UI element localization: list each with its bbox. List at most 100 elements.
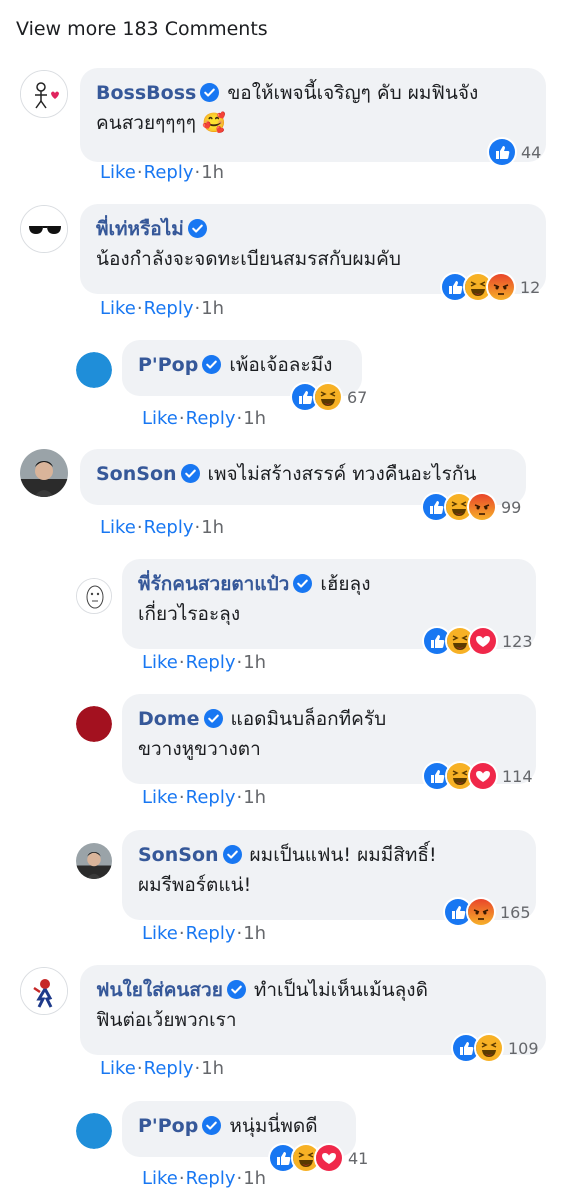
reaction-summary[interactable]: 41 (268, 1143, 368, 1173)
commenter-name[interactable]: พี่รักคนสวยตาแป๋ว (138, 573, 289, 595)
commenter-name[interactable]: P'Pop (138, 1115, 198, 1137)
avatar[interactable] (20, 70, 68, 118)
angry-reaction-icon (486, 272, 516, 302)
reaction-count: 41 (348, 1148, 369, 1168)
comment-timestamp[interactable]: 1h (243, 652, 266, 673)
avatar[interactable] (76, 352, 112, 388)
comment-text: เฮ้ยลุง (320, 573, 371, 595)
avatar[interactable] (76, 578, 112, 614)
love-reaction-icon (468, 626, 498, 656)
reaction-summary[interactable]: 123 (422, 626, 533, 656)
like-link[interactable]: Like (142, 408, 178, 429)
avatar[interactable] (76, 843, 112, 879)
comment-timestamp[interactable]: 1h (243, 787, 266, 808)
comment-first-line: SonSon ผมเป็นแฟน! ผมมีสิทธิ์! (138, 840, 522, 870)
separator-dot: · (236, 923, 243, 944)
comment-actions: Like·Reply·1h (100, 162, 224, 183)
reply-link[interactable]: Reply (186, 652, 236, 673)
comment-first-line: SonSon เพจไม่สร้างสรรค์ ทวงคืนอะไรกัน (96, 459, 512, 489)
verified-badge-icon (187, 217, 207, 238)
commenter-name[interactable]: ฟนใยใส่คนสวย (96, 979, 223, 1001)
reaction-summary[interactable]: 109 (451, 1033, 539, 1063)
comment-text-continued: เกี่ยวไรอะลุง (138, 603, 241, 625)
comment-text: ผมเป็นแฟน! ผมมีสิทธิ์! (249, 844, 437, 866)
avatar[interactable] (20, 449, 68, 497)
comment-timestamp[interactable]: 1h (243, 923, 266, 944)
separator-dot: · (136, 298, 143, 319)
separator-dot: · (236, 1168, 243, 1189)
like-link[interactable]: Like (100, 517, 136, 538)
view-more-comments-link[interactable]: View more 183 Comments (16, 18, 268, 40)
commenter-name[interactable]: SonSon (96, 463, 177, 485)
comment-actions: Like·Reply·1h (142, 408, 266, 429)
separator-dot: · (194, 517, 201, 538)
comment-text: เพจไม่สร้างสรรค์ ทวงคืนอะไรกัน (207, 463, 477, 485)
reaction-summary[interactable]: 99 (421, 492, 521, 522)
reaction-count: 99 (501, 497, 522, 517)
avatar[interactable] (76, 1113, 112, 1149)
comment-actions: Like·Reply·1h (142, 787, 266, 808)
comment-timestamp[interactable]: 1h (243, 408, 266, 429)
like-link[interactable]: Like (100, 1058, 136, 1079)
avatar[interactable] (20, 967, 68, 1015)
reaction-summary[interactable]: 67 (290, 382, 367, 412)
comment-text: เพ้อเจ้อละมึง (229, 354, 333, 376)
like-link[interactable]: Like (100, 162, 136, 183)
like-link[interactable]: Like (100, 298, 136, 319)
verified-badge-icon (222, 843, 242, 864)
reply-link[interactable]: Reply (144, 517, 194, 538)
reaction-summary[interactable]: 114 (422, 761, 533, 791)
commenter-name[interactable]: SonSon (138, 844, 219, 866)
comment-timestamp[interactable]: 1h (201, 162, 224, 183)
verified-badge-icon (226, 978, 246, 999)
commenter-name[interactable]: พี่เท่หรือไม่ (96, 218, 184, 240)
commenter-name[interactable]: P'Pop (138, 354, 198, 376)
like-link[interactable]: Like (142, 1168, 178, 1189)
verified-badge-icon (203, 707, 223, 728)
avatar[interactable] (76, 706, 112, 742)
reply-link[interactable]: Reply (186, 787, 236, 808)
separator-dot: · (236, 787, 243, 808)
reaction-summary[interactable]: 44 (487, 137, 541, 167)
commenter-name[interactable]: Dome (138, 708, 200, 730)
reaction-count: 165 (500, 902, 531, 922)
comment-timestamp[interactable]: 1h (201, 298, 224, 319)
comment-first-line: ฟนใยใส่คนสวย ทำเป็นไม่เห็นเม้นลุงดิ (96, 975, 532, 1005)
reaction-count: 109 (508, 1038, 539, 1058)
comment-timestamp[interactable]: 1h (201, 517, 224, 538)
comment-bubble: BossBoss ขอให้เพจนี้เจริญๆ คับ ผมฟินจังคน… (80, 68, 546, 162)
separator-dot: · (194, 162, 201, 183)
comment-text-continued: ฟินต่อเว้ยพวกเรา (96, 1009, 237, 1031)
reaction-count: 123 (502, 631, 533, 651)
comment-first-line: BossBoss ขอให้เพจนี้เจริญๆ คับ ผมฟินจัง (96, 78, 532, 108)
commenter-name[interactable]: BossBoss (96, 82, 196, 104)
comment-text-continued: คนสวยๆๆๆๆ 🥰 (96, 112, 226, 134)
comment-timestamp[interactable]: 1h (243, 1168, 266, 1189)
like-link[interactable]: Like (142, 923, 178, 944)
separator-dot: · (236, 652, 243, 673)
reply-link[interactable]: Reply (186, 1168, 236, 1189)
verified-badge-icon (202, 353, 222, 374)
like-link[interactable]: Like (142, 787, 178, 808)
reply-link[interactable]: Reply (144, 162, 194, 183)
reaction-summary[interactable]: 165 (443, 897, 531, 927)
comment-text-continued: ขวางหูขวางตา (138, 738, 261, 760)
comment-first-line: P'Pop หนุ่มนี่พดดี (138, 1111, 342, 1141)
reply-link[interactable]: Reply (186, 923, 236, 944)
like-reaction-icon (487, 137, 517, 167)
reaction-summary[interactable]: 12 (440, 272, 540, 302)
reaction-count: 44 (521, 142, 542, 162)
like-link[interactable]: Like (142, 652, 178, 673)
separator-dot: · (194, 298, 201, 319)
comment-timestamp[interactable]: 1h (201, 1058, 224, 1079)
reply-link[interactable]: Reply (144, 298, 194, 319)
reply-link[interactable]: Reply (186, 408, 236, 429)
comment-actions: Like·Reply·1h (142, 1168, 266, 1189)
separator-dot: · (236, 408, 243, 429)
haha-reaction-icon (313, 382, 343, 412)
comment-first-line: พี่เท่หรือไม่ (96, 214, 532, 244)
verified-badge-icon (180, 462, 200, 483)
avatar[interactable] (20, 205, 68, 253)
reply-link[interactable]: Reply (144, 1058, 194, 1079)
love-reaction-icon (314, 1143, 344, 1173)
